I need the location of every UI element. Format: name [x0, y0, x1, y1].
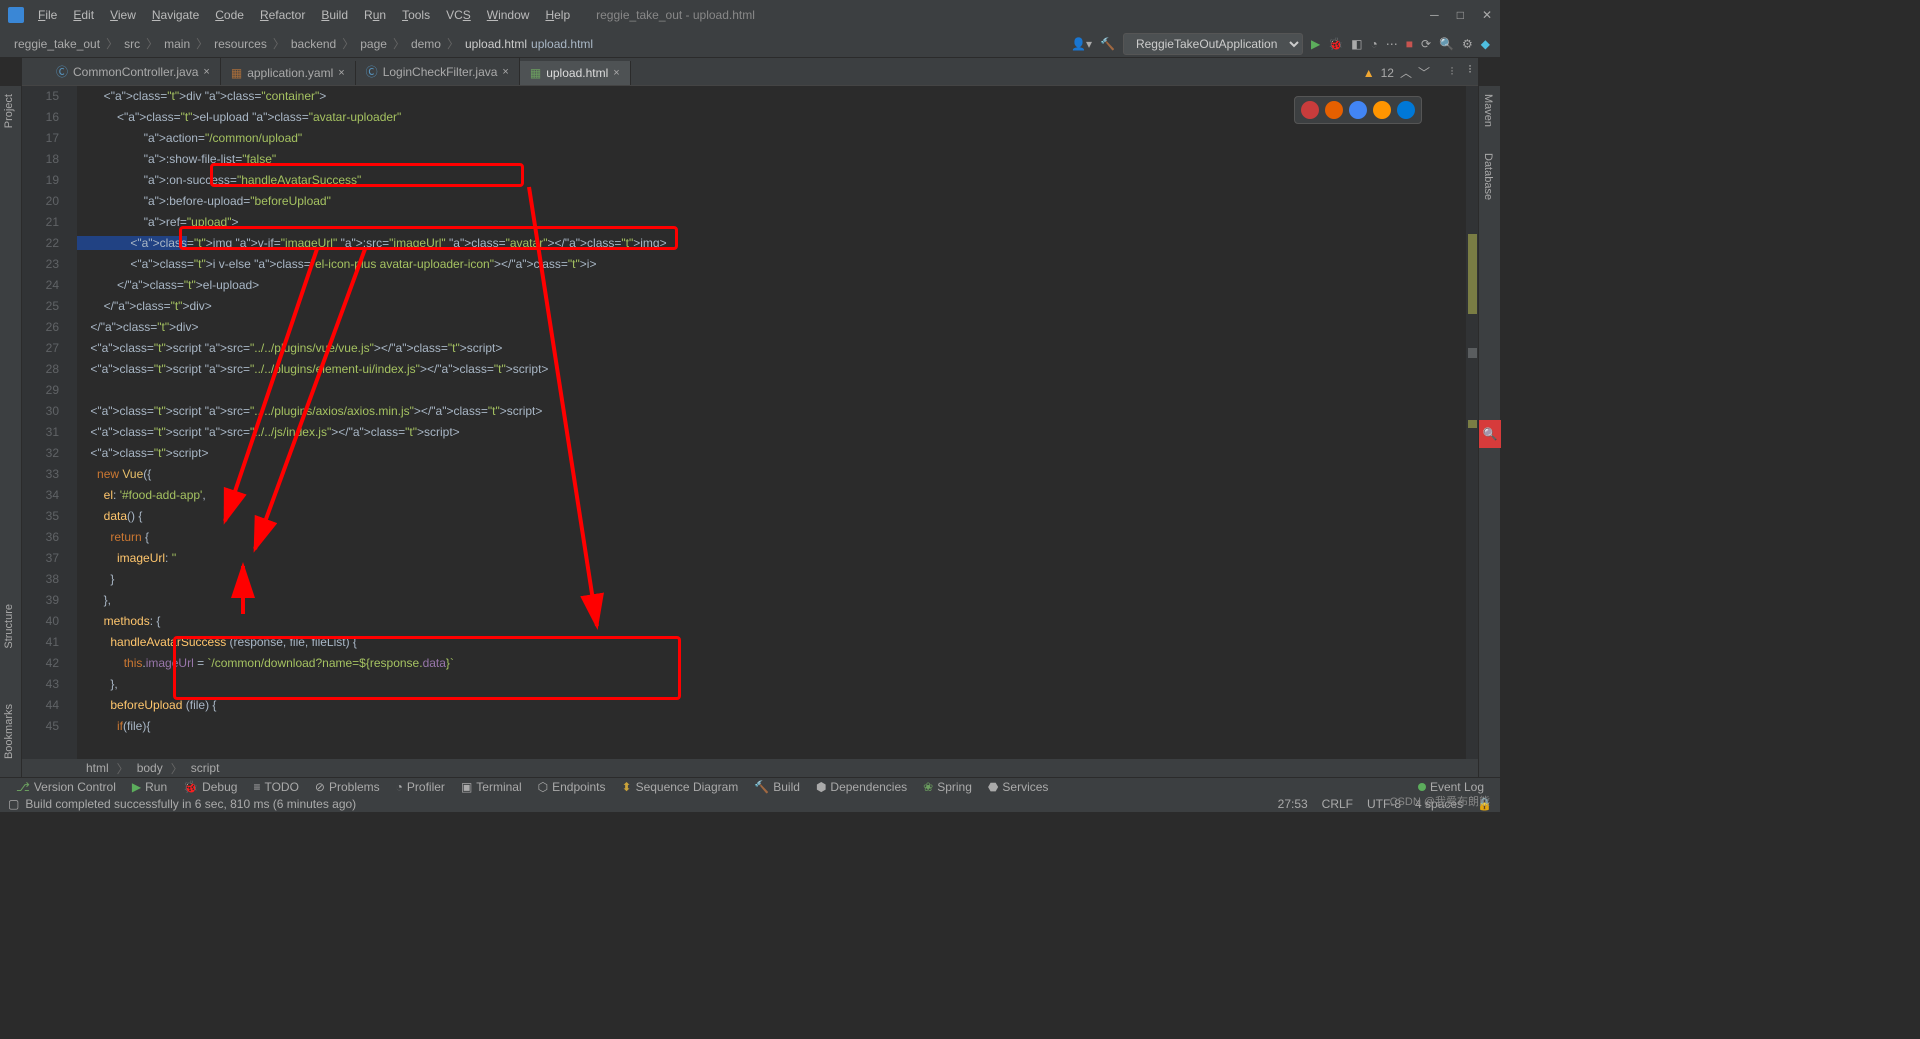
crumb-1[interactable]: src	[120, 37, 144, 51]
problems-tool[interactable]: ⊘Problems	[307, 780, 388, 794]
menu-window[interactable]: Window	[481, 6, 536, 24]
menu-view[interactable]: View	[104, 6, 142, 24]
maven-tool[interactable]: Maven	[1479, 86, 1497, 135]
git-update-icon[interactable]: ⟳	[1421, 37, 1431, 51]
endpoints-tool[interactable]: ⬡Endpoints	[530, 780, 614, 794]
editor-area: ⒸCommonController.java× ▦application.yam…	[22, 58, 1478, 777]
stop-button[interactable]: ■	[1406, 37, 1413, 51]
right-tool-rail: Maven Database 🔍	[1478, 86, 1500, 777]
menu-refactor[interactable]: Refactor	[254, 6, 311, 24]
menu-code[interactable]: Code	[209, 6, 250, 24]
bookmarks-tool[interactable]: Bookmarks	[0, 696, 18, 767]
todo-tool[interactable]: ≡TODO	[245, 780, 306, 794]
tab-upload-html[interactable]: ▦upload.html×	[520, 61, 631, 85]
pin-icon[interactable]: ⁝	[1450, 64, 1454, 78]
menu-vcs[interactable]: VCS	[440, 6, 477, 24]
tab-application-yaml[interactable]: ▦application.yaml×	[221, 61, 356, 85]
warning-icon: ▲	[1363, 66, 1375, 80]
user-icon[interactable]: 👤▾	[1071, 37, 1092, 51]
menu-navigate[interactable]: Navigate	[146, 6, 205, 24]
line-gutter: 1516171819202122232425262728293031323334…	[22, 86, 77, 759]
status-icon[interactable]: ▢	[8, 797, 19, 811]
crumb-7[interactable]: upload.html	[461, 37, 531, 51]
menu-build[interactable]: Build	[315, 6, 354, 24]
crumb-3[interactable]: resources	[210, 37, 271, 51]
menu-tools[interactable]: Tools	[396, 6, 436, 24]
deps-tool[interactable]: ⬢Dependencies	[808, 780, 915, 794]
settings-icon[interactable]: ⚙	[1462, 37, 1473, 51]
profile-button[interactable]: ◔	[1370, 37, 1377, 51]
editor-tabs: ⒸCommonController.java× ▦application.yam…	[22, 58, 1478, 86]
maximize-button[interactable]: □	[1457, 8, 1464, 22]
structure-tool[interactable]: Structure	[0, 596, 18, 657]
project-tool[interactable]: Project	[0, 86, 18, 136]
close-icon[interactable]: ×	[613, 67, 619, 79]
close-icon[interactable]: ×	[502, 66, 508, 78]
crumb-2[interactable]: main	[160, 37, 194, 51]
run-config-select[interactable]: ReggieTakeOutApplication	[1123, 33, 1303, 55]
menu-edit[interactable]: Edit	[67, 6, 100, 24]
event-log[interactable]: Event Log	[1410, 780, 1492, 794]
vc-tool[interactable]: ⎇Version Control	[8, 780, 124, 794]
debug-tool[interactable]: 🐞Debug	[175, 780, 245, 794]
inspection-widget[interactable]: ▲ 12 ︿ ﹀	[1363, 64, 1430, 81]
terminal-tool[interactable]: ▣Terminal	[453, 780, 530, 794]
tabs-more-icon[interactable]: ⁝	[1468, 62, 1472, 76]
menu-run[interactable]: Run	[358, 6, 392, 24]
window-title: reggie_take_out - upload.html	[596, 8, 755, 22]
tab-logincheckfilter[interactable]: ⒸLoginCheckFilter.java×	[356, 58, 520, 85]
caret-position[interactable]: 27:53	[1278, 797, 1308, 811]
code-editor[interactable]: <"a">class="t">div "a">class="container"…	[77, 86, 1438, 759]
run-tool[interactable]: ▶Run	[124, 780, 175, 794]
crumb-5[interactable]: page	[356, 37, 391, 51]
navigation-bar: reggie_take_out〉 src〉 main〉 resources〉 b…	[0, 30, 1500, 58]
seqdiag-tool[interactable]: ⬍Sequence Diagram	[614, 780, 747, 794]
avatar-icon[interactable]: ◆	[1481, 37, 1490, 51]
status-bar: ▢ Build completed successfully in 6 sec,…	[0, 795, 1500, 812]
crumb-0[interactable]: reggie_take_out	[10, 37, 104, 51]
status-message: Build completed successfully in 6 sec, 8…	[25, 797, 356, 811]
find-tool-icon[interactable]: 🔍	[1479, 420, 1501, 448]
titlebar: File Edit View Navigate Code Refactor Bu…	[0, 0, 1500, 30]
database-tool[interactable]: Database	[1479, 145, 1497, 208]
build-tool[interactable]: 🔨Build	[746, 780, 808, 794]
menu-file[interactable]: File	[32, 6, 63, 24]
services-tool[interactable]: ⬣Services	[980, 780, 1057, 794]
spring-tool[interactable]: ❀Spring	[915, 780, 980, 794]
minimize-button[interactable]: ─	[1430, 8, 1439, 22]
left-tool-rail: Project Structure Bookmarks	[0, 86, 22, 777]
html-breadcrumb: html〉 body〉 script	[22, 759, 1478, 777]
watermark: CSDN @我爱布朗熊	[1390, 793, 1490, 809]
close-icon[interactable]: ×	[338, 67, 344, 79]
run-button[interactable]: ▶	[1311, 37, 1320, 51]
build-hammer-icon[interactable]: 🔨	[1100, 37, 1115, 51]
close-button[interactable]: ✕	[1482, 8, 1492, 22]
crumb-4[interactable]: backend	[287, 37, 340, 51]
coverage-button[interactable]: ◧	[1351, 37, 1362, 51]
search-icon[interactable]: 🔍	[1439, 37, 1454, 51]
line-separator[interactable]: CRLF	[1322, 797, 1353, 811]
main-menu: File Edit View Navigate Code Refactor Bu…	[32, 6, 576, 24]
crumb-6[interactable]: demo	[407, 37, 445, 51]
menu-help[interactable]: Help	[539, 6, 576, 24]
chevron-up-icon[interactable]: ︿	[1400, 64, 1412, 81]
close-icon[interactable]: ×	[203, 66, 209, 78]
profiler-tool[interactable]: ◔Profiler	[388, 780, 453, 794]
app-logo-icon	[8, 7, 24, 23]
bottom-toolbar: ⎇Version Control ▶Run 🐞Debug ≡TODO ⊘Prob…	[0, 777, 1500, 795]
tab-commoncontroller[interactable]: ⒸCommonController.java×	[46, 58, 221, 85]
vertical-scrollbar[interactable]	[1466, 86, 1478, 759]
more-run-icon[interactable]: ⋯	[1386, 37, 1398, 51]
debug-button[interactable]: 🐞	[1328, 37, 1343, 51]
window-controls: ─ □ ✕	[1430, 8, 1492, 22]
chevron-down-icon[interactable]: ﹀	[1418, 64, 1430, 81]
